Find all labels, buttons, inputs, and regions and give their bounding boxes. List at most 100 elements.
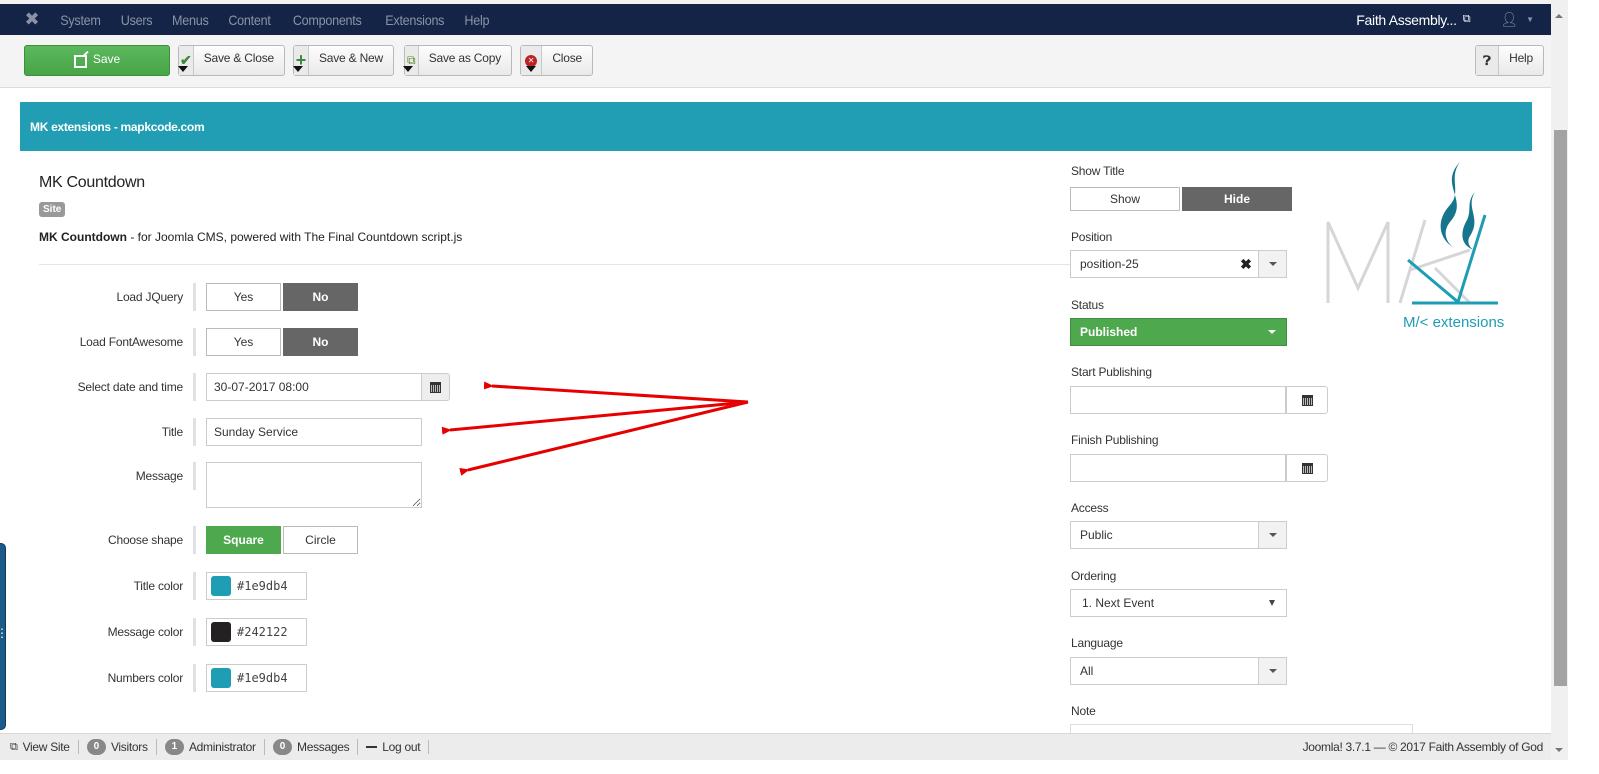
load-jquery-toggle: Yes No	[206, 283, 358, 311]
field-separator	[193, 572, 196, 600]
site-name: Faith Assembly...	[1356, 11, 1457, 28]
calendar-icon	[1301, 394, 1313, 406]
save-new-button[interactable]: + Save & New	[292, 45, 394, 76]
user-menu[interactable]: 👤︎ ▼	[1500, 11, 1534, 28]
scroll-down-icon[interactable]	[1555, 748, 1563, 752]
administrator-link[interactable]: 1 Administrator	[157, 739, 265, 755]
menu-system[interactable]: System	[53, 12, 108, 28]
status-select[interactable]: Published	[1070, 318, 1287, 346]
load-jquery-no[interactable]: No	[283, 283, 358, 311]
module-desc-text: - for Joomla CMS, powered with The Final…	[126, 230, 463, 244]
datetime-input[interactable]: 30-07-2017 08:00	[206, 373, 422, 401]
logout-link[interactable]: Log out	[358, 740, 430, 754]
help-button[interactable]: ❓︎ Help	[1475, 45, 1544, 76]
show-title-label: Show Title	[1071, 164, 1125, 178]
view-site-link[interactable]: ⧉ View Site	[0, 740, 79, 754]
calendar-icon	[1301, 462, 1313, 474]
side-drawer-handle[interactable]	[0, 543, 8, 730]
save-button[interactable]: Save	[24, 45, 170, 76]
shape-circle[interactable]: Circle	[283, 526, 358, 554]
user-icon: 👤︎	[1500, 11, 1519, 27]
numbers-color-label: Numbers color	[107, 671, 184, 685]
menu-extensions[interactable]: Extensions	[378, 12, 451, 28]
chevron-down-icon: ▼	[1526, 15, 1534, 24]
status-value: Published	[1080, 325, 1138, 339]
ordering-select[interactable]: 1. Next Event	[1070, 589, 1287, 617]
chevron-down-icon	[1258, 522, 1286, 548]
close-button[interactable]: ✕ Close	[520, 45, 593, 76]
position-value: position-25	[1080, 257, 1139, 271]
main-menu: System Users Menus Content Components Ex…	[50, 12, 499, 28]
title-input[interactable]: Sunday Service	[206, 418, 422, 446]
load-fontawesome-no[interactable]: No	[283, 328, 358, 356]
view-site-label: View Site	[22, 740, 70, 754]
site-badge: Site	[39, 202, 66, 217]
copyright-text: Joomla! 3.7.1 — © 2017 Faith Assembly of…	[1302, 740, 1544, 754]
shape-square[interactable]: Square	[206, 526, 281, 554]
save-copy-button[interactable]: ⧉ Save as Copy	[402, 45, 512, 76]
menu-users[interactable]: Users	[113, 12, 159, 28]
save-label: Save	[92, 52, 121, 66]
save-copy-label: Save as Copy	[428, 51, 502, 65]
show-title-hide[interactable]: Hide	[1182, 187, 1292, 211]
start-publishing-calendar-button[interactable]	[1286, 386, 1328, 414]
start-publishing-label: Start Publishing	[1071, 365, 1152, 379]
divider	[39, 264, 1089, 265]
show-title-show[interactable]: Show	[1070, 187, 1180, 211]
shape-label: Choose shape	[108, 533, 183, 547]
save-close-button[interactable]: ✔ Save & Close	[177, 45, 285, 76]
title-color-input[interactable]: #1e9db4	[206, 572, 307, 600]
datetime-calendar-button[interactable]	[422, 373, 450, 401]
menu-components[interactable]: Components	[286, 12, 369, 28]
message-color-swatch	[211, 622, 231, 642]
message-color-input[interactable]: #242122	[206, 618, 307, 646]
menu-menus[interactable]: Menus	[165, 12, 216, 28]
title-label: Title	[161, 425, 183, 439]
messages-link[interactable]: 0 Messages	[265, 739, 359, 755]
message-textarea[interactable]	[206, 462, 422, 508]
extension-banner: MK extensions - mapkcode.com	[20, 102, 1532, 151]
load-fontawesome-yes[interactable]: Yes	[206, 328, 281, 356]
access-label: Access	[1071, 501, 1109, 515]
finish-publishing-input[interactable]	[1070, 454, 1286, 482]
load-jquery-yes[interactable]: Yes	[206, 283, 281, 311]
right-gutter	[1568, 0, 1599, 774]
load-fontawesome-label: Load FontAwesome	[79, 335, 184, 349]
bottom-strip	[0, 760, 1599, 774]
numbers-color-value: #1e9db4	[237, 671, 288, 685]
scroll-thumb[interactable]	[1554, 130, 1567, 686]
menu-help[interactable]: Help	[457, 12, 496, 28]
logo-flame-large	[1440, 162, 1460, 248]
field-separator	[193, 526, 196, 554]
scroll-up-icon[interactable]	[1555, 14, 1563, 18]
site-link[interactable]: Faith Assembly... ⧉	[1356, 12, 1470, 28]
joomla-logo-icon[interactable]: ✖	[14, 4, 50, 35]
position-select[interactable]: position-25 ✖	[1070, 250, 1287, 278]
numbers-color-input[interactable]: #1e9db4	[206, 664, 307, 692]
start-publishing-input[interactable]	[1070, 386, 1286, 414]
title-color-value: #1e9db4	[237, 579, 288, 593]
save-new-label: Save & New	[318, 51, 383, 65]
logo-flame-small	[1462, 192, 1475, 250]
ordering-label: Ordering	[1071, 569, 1117, 583]
module-desc-bold: MK Countdown	[39, 230, 127, 244]
start-publishing-picker	[1070, 386, 1328, 414]
help-label: Help	[1509, 51, 1533, 65]
chevron-down-icon	[1258, 590, 1286, 616]
clear-icon[interactable]: ✖	[1234, 256, 1258, 273]
menu-content[interactable]: Content	[222, 12, 279, 28]
finish-publishing-calendar-button[interactable]	[1286, 454, 1328, 482]
visitors-link[interactable]: 0 Visitors	[79, 739, 157, 755]
load-jquery-label: Load JQuery	[116, 290, 183, 304]
navbar-right: Faith Assembly... ⧉ 👤︎ ▼	[1356, 4, 1534, 35]
chevron-down-icon[interactable]	[1258, 251, 1286, 277]
access-select[interactable]: Public	[1070, 521, 1287, 549]
logout-label: Log out	[382, 740, 421, 754]
message-label: Message	[135, 469, 183, 483]
ordering-value: 1. Next Event	[1082, 596, 1155, 610]
message-color-value: #242122	[237, 625, 288, 639]
message-color-label: Message color	[107, 625, 184, 639]
language-select[interactable]: All	[1070, 657, 1287, 685]
page-scrollbar[interactable]	[1551, 0, 1568, 760]
calendar-icon	[430, 381, 441, 393]
